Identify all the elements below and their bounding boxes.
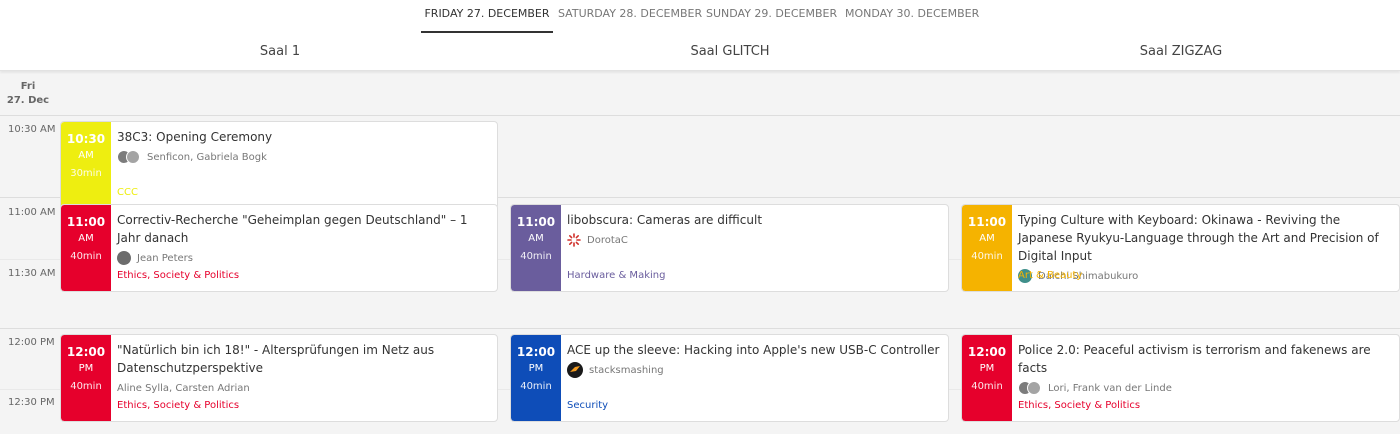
event-duration: 40min (520, 251, 552, 262)
time-label: 10:30 AM (8, 124, 56, 135)
event-duration: 40min (971, 381, 1003, 392)
day-tabs: FRIDAY 27. DECEMBER SATURDAY 28. DECEMBE… (0, 0, 1400, 34)
event-track: CCC (117, 187, 138, 198)
speaker-avatar (117, 251, 131, 265)
event-card-correctiv[interactable]: 11:00 AM 40min Correctiv-Recherche "Gehe… (60, 204, 498, 292)
event-time: 12:00 (516, 345, 556, 359)
event-title: "Natürlich bin ich 18!" - Altersprüfunge… (117, 343, 435, 375)
event-speakers: stacksmashing (567, 362, 940, 378)
grid-line (0, 115, 1400, 116)
event-time-badge: 11:00 AM 40min (61, 205, 111, 291)
event-card-police[interactable]: 12:00 PM 40min Police 2.0: Peaceful acti… (961, 334, 1400, 422)
speaker-avatars (1018, 380, 1042, 396)
event-duration: 40min (70, 381, 102, 392)
event-speakers: Aline Sylla, Carsten Adrian (117, 380, 489, 396)
event-track: Ethics, Society & Politics (117, 270, 240, 281)
event-track: Ethics, Society & Politics (1018, 400, 1141, 411)
time-label: 12:30 PM (8, 397, 55, 408)
event-speaker-names: stacksmashing (589, 364, 664, 376)
event-speakers: Lori, Frank van der Linde (1018, 380, 1391, 396)
event-time-badge: 12:00 PM 40min (61, 335, 111, 421)
event-title: libobscura: Cameras are difficult (567, 213, 763, 227)
event-title: Police 2.0: Peaceful activism is terrori… (1018, 343, 1371, 375)
event-track: Security (567, 400, 609, 411)
time-label: 11:30 AM (8, 268, 56, 279)
stacksmashing-logo-icon (567, 362, 583, 378)
tab-saturday[interactable]: SATURDAY 28. DECEMBER (558, 0, 702, 33)
event-ampm: PM (78, 363, 94, 374)
event-track: Art & Beauty (1018, 270, 1083, 281)
event-time: 12:00 (66, 345, 106, 359)
room-saal-zigzag: Saal ZIGZAG (1139, 44, 1223, 59)
room-saal-1: Saal 1 (259, 44, 301, 59)
time-label: 11:00 AM (8, 207, 56, 218)
event-speaker-names: Senficon, Gabriela Bogk (147, 151, 267, 163)
event-ampm: PM (979, 363, 995, 374)
event-speaker-names: DorotaC (587, 234, 628, 246)
event-track: Hardware & Making (567, 270, 666, 281)
room-header: Saal 1 Saal GLITCH Saal ZIGZAG (0, 34, 1400, 71)
tab-monday[interactable]: MONDAY 30. DECEMBER (845, 0, 979, 33)
grid-line (0, 328, 1400, 329)
day-label: Fri 27. Dec (0, 80, 56, 108)
event-card-natuerlich[interactable]: 12:00 PM 40min "Natürlich bin ich 18!" -… (60, 334, 498, 422)
event-speakers: Senficon, Gabriela Bogk (117, 149, 489, 165)
event-title: ACE up the sleeve: Hacking into Apple's … (567, 343, 940, 357)
event-time: 11:00 (967, 215, 1007, 229)
event-duration: 40min (971, 251, 1003, 262)
room-saal-glitch: Saal GLITCH (690, 44, 770, 59)
event-speakers: Jean Peters (117, 250, 489, 266)
event-time-badge: 11:00 AM 40min (962, 205, 1012, 291)
event-speaker-names: Aline Sylla, Carsten Adrian (117, 382, 250, 394)
event-title: 38C3: Opening Ceremony (117, 130, 273, 144)
event-speaker-names: Lori, Frank van der Linde (1048, 382, 1172, 394)
event-card-libobscura[interactable]: 11:00 AM 40min libobscura: Cameras are d… (510, 204, 949, 292)
event-time: 12:00 (967, 345, 1007, 359)
event-time-badge: 12:00 PM 40min (511, 335, 561, 421)
speaker-avatars (117, 149, 141, 165)
sparkle-avatar-icon (567, 233, 581, 247)
event-time-badge: 12:00 PM 40min (962, 335, 1012, 421)
event-time: 10:30 (66, 132, 106, 146)
event-duration: 40min (520, 381, 552, 392)
event-speakers: DorotaC (567, 232, 940, 248)
event-card-opening[interactable]: 10:30 AM 30min 38C3: Opening Ceremony Se… (60, 121, 498, 209)
event-title: Typing Culture with Keyboard: Okinawa - … (1018, 213, 1379, 263)
event-ampm: PM (528, 363, 544, 374)
day-label-date: 27. Dec (6, 95, 50, 106)
time-label: 12:00 PM (8, 337, 55, 348)
event-ampm: AM (78, 150, 94, 161)
event-time-badge: 10:30 AM 30min (61, 122, 111, 208)
event-title: Correctiv-Recherche "Geheimplan gegen De… (117, 213, 468, 245)
event-track: Ethics, Society & Politics (117, 400, 240, 411)
event-ampm: AM (78, 233, 94, 244)
event-card-ace[interactable]: 12:00 PM 40min ACE up the sleeve: Hackin… (510, 334, 949, 422)
tab-friday[interactable]: FRIDAY 27. DECEMBER (421, 0, 553, 33)
event-time: 11:00 (66, 215, 106, 229)
event-duration: 40min (70, 251, 102, 262)
event-ampm: AM (979, 233, 995, 244)
day-label-weekday: Fri (20, 81, 36, 92)
event-ampm: AM (528, 233, 544, 244)
event-time-badge: 11:00 AM 40min (511, 205, 561, 291)
event-duration: 30min (70, 168, 102, 179)
event-card-typing[interactable]: 11:00 AM 40min Typing Culture with Keybo… (961, 204, 1400, 292)
event-speaker-names: Jean Peters (137, 252, 193, 264)
event-time: 11:00 (516, 215, 556, 229)
tab-sunday[interactable]: SUNDAY 29. DECEMBER (706, 0, 837, 33)
